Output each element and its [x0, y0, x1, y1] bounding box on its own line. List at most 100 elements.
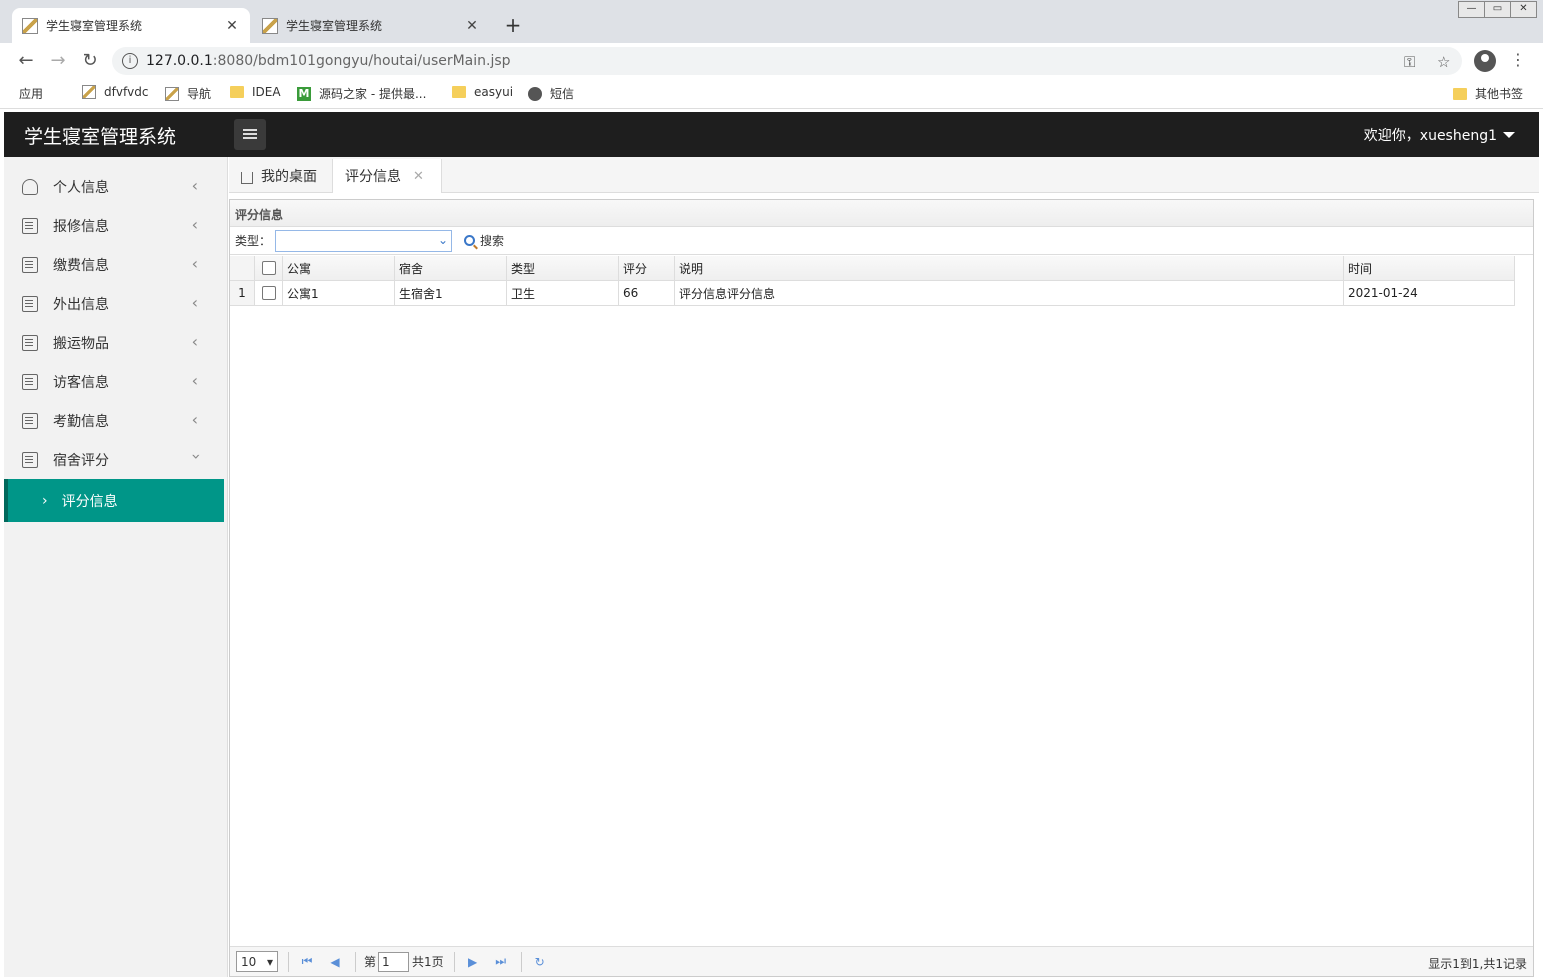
bookmark-label: 短信 [550, 87, 575, 101]
bookmark-easyui[interactable]: easyui [452, 85, 513, 99]
data-grid: 公寓 宿舍 类型 评分 说明 时间 1 公寓1 生宿舍1 卫生 66 评分信息评… [230, 256, 1515, 306]
sidebar-item-personal-info[interactable]: 个人信息 ‹ [4, 167, 228, 206]
last-page-icon[interactable]: ⏭ [491, 954, 511, 969]
close-tab-icon[interactable]: ✕ [413, 169, 424, 184]
sidebar: 个人信息 ‹ 报修信息 ‹ 缴费信息 ‹ 外出信息 ‹ 搬运物品 ‹ 访客信息 … [4, 157, 228, 977]
browser-tab-title: 学生寝室管理系统 [286, 19, 383, 33]
minimize-icon[interactable]: — [1458, 1, 1485, 18]
column-header[interactable]: 类型 [507, 256, 619, 280]
close-tab-icon[interactable]: ✕ [224, 18, 240, 34]
divider [520, 951, 522, 972]
folder-icon [230, 86, 244, 98]
sidebar-subitem-score-info[interactable]: › 评分信息 [4, 479, 224, 522]
browser-tabstrip: 学生寝室管理系统 ✕ 学生寝室管理系统 ✕ + — ▭ ✕ [0, 0, 1543, 43]
bookmark-dfvfvdc[interactable]: dfvfvdc [82, 85, 148, 99]
doc-icon [22, 217, 38, 234]
address-bar[interactable]: i 127.0.0.1:8080/bdm101gongyu/houtai/use… [112, 47, 1462, 75]
bookmark-idea[interactable]: IDEA [230, 85, 281, 99]
sidebar-item-dorm-score[interactable]: 宿舍评分 ‹ [4, 440, 228, 479]
star-icon[interactable]: ☆ [1437, 53, 1450, 71]
refresh-icon[interactable]: ↻ [530, 955, 550, 969]
reload-icon[interactable]: ↻ [78, 49, 102, 73]
column-header[interactable]: 说明 [675, 256, 1344, 280]
browser-menu-icon[interactable]: ⋮ [1510, 50, 1526, 69]
next-page-icon[interactable]: ▶ [463, 955, 483, 969]
profile-avatar-icon[interactable] [1474, 50, 1496, 72]
search-button[interactable]: 搜索 [464, 232, 504, 249]
chevron-left-icon: ‹ [191, 332, 198, 351]
cell-time: 2021-01-24 [1344, 281, 1515, 305]
bookmarks-bar: 应用 dfvfvdc 导航 IDEA M 源码之家 - 提供最... easyui… [0, 79, 1543, 155]
search-toolbar: 类型： ⌄ 搜索 [230, 227, 1533, 255]
page-number-input[interactable]: 1 [378, 951, 410, 972]
column-header[interactable]: 公寓 [283, 256, 395, 280]
pagination-bar: 10 ▾ ⏮ ◀ 第 1 共1页 ▶ ⏭ ↻ 显示1到1,共1记录 [230, 946, 1533, 976]
browser-tab-1[interactable]: 学生寝室管理系统 ✕ [12, 8, 250, 43]
bookmark-nav[interactable]: 导航 [165, 85, 211, 102]
tab-label: 评分信息 [345, 169, 401, 185]
maximize-icon[interactable]: ▭ [1484, 1, 1511, 18]
record-info: 显示1到1,共1记录 [1428, 957, 1527, 971]
favicon-icon [262, 17, 278, 34]
folder-icon [1453, 87, 1467, 100]
sidebar-item-label: 考勤信息 [53, 413, 109, 430]
cell-type: 卫生 [507, 281, 619, 305]
tab-label: 我的桌面 [261, 169, 317, 185]
tab-desktop[interactable]: 我的桌面 [229, 159, 329, 193]
type-combobox[interactable]: ⌄ [275, 229, 453, 252]
bookmark-sms[interactable]: 短信 [528, 85, 574, 102]
page-size-select[interactable]: 10 ▾ [236, 951, 278, 972]
sidebar-item-visitor[interactable]: 访客信息 ‹ [4, 362, 228, 401]
new-tab-button[interactable]: + [500, 12, 526, 38]
caret-down-icon [1503, 132, 1515, 138]
first-page-icon[interactable]: ⏮ [297, 954, 317, 969]
column-header[interactable]: 评分 [619, 256, 675, 280]
sidebar-item-attendance[interactable]: 考勤信息 ‹ [4, 401, 228, 440]
row-checkbox[interactable] [255, 281, 283, 305]
browser-tab-2[interactable]: 学生寝室管理系统 ✕ [252, 8, 490, 43]
browser-toolbar: ← → ↻ i 127.0.0.1:8080/bdm101gongyu/hout… [0, 43, 1543, 79]
close-tab-icon[interactable]: ✕ [464, 18, 480, 34]
sidebar-item-outing[interactable]: 外出信息 ‹ [4, 284, 228, 323]
prev-page-icon[interactable]: ◀ [325, 955, 345, 969]
doc-icon [22, 334, 38, 351]
window-close-icon[interactable]: ✕ [1510, 1, 1537, 18]
sidebar-item-payment[interactable]: 缴费信息 ‹ [4, 245, 228, 284]
bookmark-other[interactable]: 其他书签 [1453, 85, 1523, 102]
page-prefix: 第 [364, 955, 377, 969]
chevron-left-icon: ‹ [191, 371, 198, 390]
sidebar-subitem-label: 评分信息 [61, 493, 118, 510]
sidebar-item-moving[interactable]: 搬运物品 ‹ [4, 323, 228, 362]
doc-icon [22, 451, 38, 468]
chevron-down-icon: ▾ [266, 954, 273, 969]
bookmark-label: 其他书签 [1475, 87, 1524, 101]
sidebar-item-label: 缴费信息 [53, 257, 109, 274]
sidebar-item-label: 外出信息 [53, 296, 109, 313]
table-row[interactable]: 1 公寓1 生宿舍1 卫生 66 评分信息评分信息 2021-01-24 [230, 281, 1515, 306]
bookmark-apps[interactable]: 应用 [19, 85, 43, 155]
tab-score-info[interactable]: 评分信息 ✕ [332, 159, 442, 193]
app-header: 学生寝室管理系统 欢迎你，xuesheng1 [4, 112, 1539, 157]
score-panel: 评分信息 类型： ⌄ 搜索 公寓 宿舍 类型 评分 说明 时间 1 公寓1 生宿… [229, 199, 1534, 977]
column-header[interactable]: 时间 [1344, 256, 1515, 280]
column-header[interactable]: 宿舍 [395, 256, 507, 280]
bookmark-label: IDEA [252, 85, 281, 99]
page-tabs: 我的桌面 评分信息 ✕ [229, 157, 1539, 193]
forward-arrow-icon[interactable]: → [46, 49, 70, 73]
browser-tab-title: 学生寝室管理系统 [46, 19, 143, 33]
sidebar-item-label: 宿舍评分 [53, 452, 109, 469]
select-all-checkbox[interactable] [255, 256, 283, 280]
page-total: 共1页 [412, 955, 444, 969]
back-arrow-icon[interactable]: ← [14, 49, 38, 73]
chevron-down-icon[interactable]: ⌄ [438, 233, 448, 247]
type-label: 类型： [235, 234, 272, 248]
app-title: 学生寝室管理系统 [24, 126, 177, 148]
key-icon[interactable]: ⚿ [1404, 53, 1415, 71]
bookmark-yuanma[interactable]: M 源码之家 - 提供最... [297, 85, 426, 102]
sidebar-item-repair[interactable]: 报修信息 ‹ [4, 206, 228, 245]
menu-toggle-icon[interactable] [234, 119, 266, 150]
user-menu[interactable]: 欢迎你，xuesheng1 [1364, 125, 1515, 145]
chevron-left-icon: ‹ [191, 410, 198, 429]
bookmark-label: 源码之家 - 提供最... [319, 87, 427, 101]
site-info-icon[interactable]: i [122, 53, 138, 69]
